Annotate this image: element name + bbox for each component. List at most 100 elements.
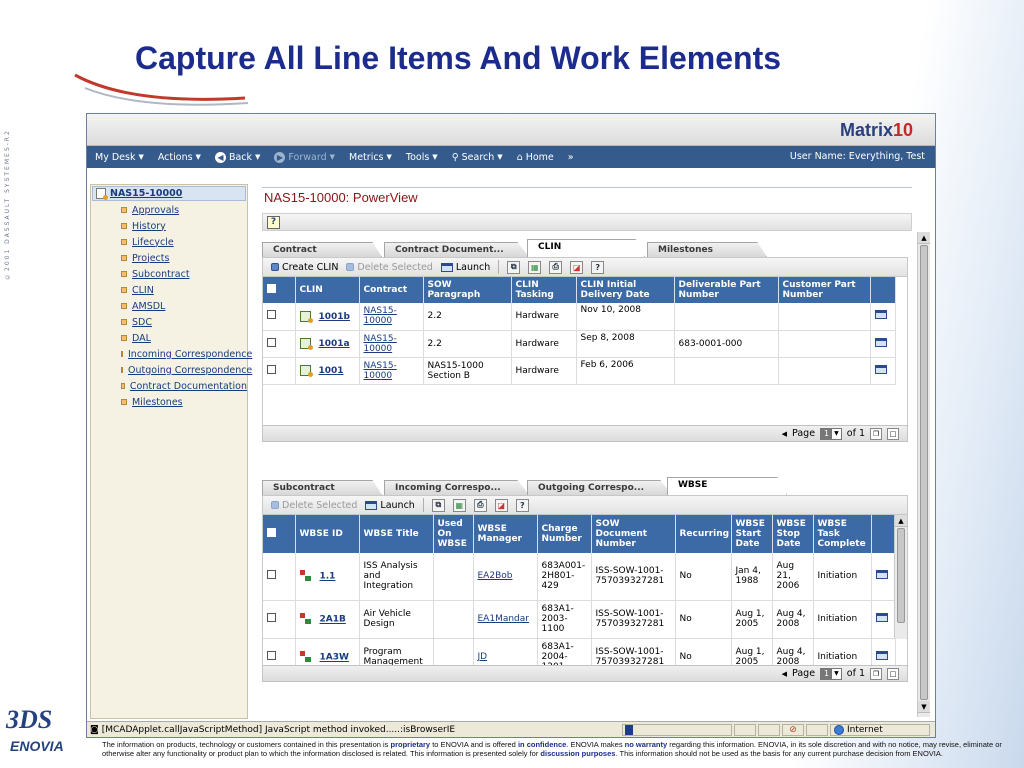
tab-clin[interactable]: CLIN [527,239,645,257]
nav-item-amsdl[interactable]: AMSDL [91,298,247,314]
contract-link[interactable]: NAS15-10000 [364,306,397,326]
nav-item-history[interactable]: History [91,218,247,234]
menu-search[interactable]: ⚲ Search ▼ [452,152,503,163]
help-icon[interactable]: ? [515,498,529,512]
launch-button[interactable]: Launch [440,262,490,273]
wbse-id-link[interactable]: 2A1B [320,615,346,625]
manager-link[interactable]: JD [478,652,488,662]
content-scrollbar[interactable]: ▲ ▼ [917,232,930,717]
wbse-scrollbar[interactable]: ▲ [894,515,907,639]
nav-item-milestones[interactable]: Milestones [91,394,247,410]
delete-selected-button[interactable]: Delete Selected [346,262,433,273]
row-checkbox[interactable] [267,651,276,660]
col-header[interactable]: SOW Paragraph [423,277,512,303]
nav-item-lifecycle[interactable]: Lifecycle [91,234,247,250]
row-checkbox[interactable] [267,364,276,374]
pdf-icon[interactable]: ◪ [570,260,584,274]
help-icon[interactable]: ? [591,260,605,274]
print-icon[interactable]: ⎙ [473,498,487,512]
contract-link[interactable]: NAS15-10000 [364,361,397,381]
tab-milestones-visible[interactable]: Milestones [647,242,767,257]
maximize-icon[interactable]: □ [887,667,899,680]
nav-item-projects[interactable]: Projects [91,250,247,266]
scroll-up-icon[interactable]: ▲ [918,232,930,244]
row-checkbox[interactable] [267,310,276,320]
menu-home[interactable]: ⌂ Home [517,152,554,163]
tab-contract-document[interactable]: Contract Document... [384,242,529,257]
wbse-id-link[interactable]: 1A3W [320,653,349,663]
open-window-icon[interactable] [874,364,887,374]
nav-item-approvals[interactable]: Approvals [91,202,247,218]
manager-link[interactable]: EA1Mandar [478,614,529,624]
copy-page-icon[interactable]: ❐ [870,667,882,680]
scroll-up-icon[interactable]: ▲ [895,515,907,527]
tab-wbse[interactable]: WBSE [667,477,787,495]
open-window-icon[interactable] [874,337,887,347]
scroll-thumb[interactable] [920,245,928,700]
scroll-thumb[interactable] [897,528,905,623]
export-icon[interactable]: ⧉ [431,498,445,512]
menu-actions[interactable]: Actions ▼ [158,152,201,163]
col-header[interactable]: Deliverable Part Number [674,277,779,303]
col-header[interactable]: CLIN Initial Delivery Date [576,277,675,303]
tab-incoming-correspondence[interactable]: Incoming Correspo... [384,480,529,495]
open-window-icon[interactable] [875,613,888,622]
menu-metrics[interactable]: Metrics ▼ [349,152,392,163]
nav-item-outgoing-correspondence[interactable]: Outgoing Correspondence [91,362,252,378]
row-checkbox[interactable] [267,570,276,580]
spreadsheet-icon[interactable]: ▦ [528,260,542,274]
clin-link[interactable]: 1001b [319,312,351,322]
copy-page-icon[interactable]: ❐ [870,427,882,440]
nav-item-clin[interactable]: CLIN [91,282,247,298]
menu-more[interactable]: » [568,152,574,163]
col-header[interactable]: WBSE Stop Date [772,515,814,553]
clin-link[interactable]: 1001a [319,339,350,349]
manager-link[interactable]: EA2Bob [478,571,513,581]
pdf-icon[interactable]: ◪ [494,498,508,512]
back-button[interactable]: ◀ Back ▼ [214,151,260,163]
clin-link[interactable]: 1001 [319,366,344,376]
menu-my-desk[interactable]: My Desk ▼ [95,152,144,163]
page-select[interactable]: 1 ▼ [820,667,842,680]
select-all-checkbox[interactable] [267,528,276,537]
create-clin-button[interactable]: Create CLIN [271,262,338,273]
blocked-popup-icon[interactable]: ⊘ [782,723,804,736]
col-header[interactable]: WBSE Task Complete [813,515,872,553]
row-checkbox[interactable] [267,613,276,622]
open-window-icon[interactable] [874,310,887,320]
print-icon[interactable]: ⎙ [549,260,563,274]
scroll-down-icon[interactable]: ▼ [918,701,930,713]
nav-item-subcontract[interactable]: Subcontract [91,266,247,282]
page-select[interactable]: 1 ▼ [820,427,842,440]
help-button[interactable]: ? [267,215,280,229]
prev-page-icon[interactable]: ◀ [782,670,787,678]
col-header[interactable]: WBSE Title [359,515,434,553]
col-header[interactable]: Contract [359,277,424,303]
wbse-id-link[interactable]: 1.1 [320,572,336,582]
col-header[interactable]: CLIN Tasking [511,277,577,303]
forward-button[interactable]: ▶ Forward ▼ [274,151,335,163]
nav-item-contract-documentation[interactable]: Contract Documentation [91,378,247,394]
nav-item-dal[interactable]: DAL [91,330,247,346]
tab-outgoing-correspondence[interactable]: Outgoing Correspo... [527,480,672,495]
col-header[interactable]: Recurring [675,515,732,553]
col-header[interactable]: WBSE Manager [473,515,538,553]
nav-root-item[interactable]: NAS15-10000 [92,186,246,201]
select-all-header[interactable] [263,515,296,553]
row-checkbox[interactable] [267,337,276,347]
col-header[interactable]: Used On WBSE [433,515,474,553]
spreadsheet-icon[interactable]: ▦ [452,498,466,512]
nav-item-sdc[interactable]: SDC [91,314,247,330]
export-icon[interactable]: ⧉ [507,260,521,274]
open-window-icon[interactable] [875,570,888,580]
col-header[interactable]: WBSE ID [295,515,360,553]
menu-tools[interactable]: Tools ▼ [406,152,438,163]
col-header[interactable]: Customer Part Number [778,277,871,303]
col-header[interactable]: SOW Document Number [591,515,676,553]
tab-contract[interactable]: Contract [262,242,382,257]
col-header[interactable]: WBSE Start Date [731,515,773,553]
maximize-icon[interactable]: □ [887,427,899,440]
prev-page-icon[interactable]: ◀ [782,430,787,438]
col-header[interactable]: Charge Number [537,515,592,553]
open-window-icon[interactable] [875,651,888,660]
